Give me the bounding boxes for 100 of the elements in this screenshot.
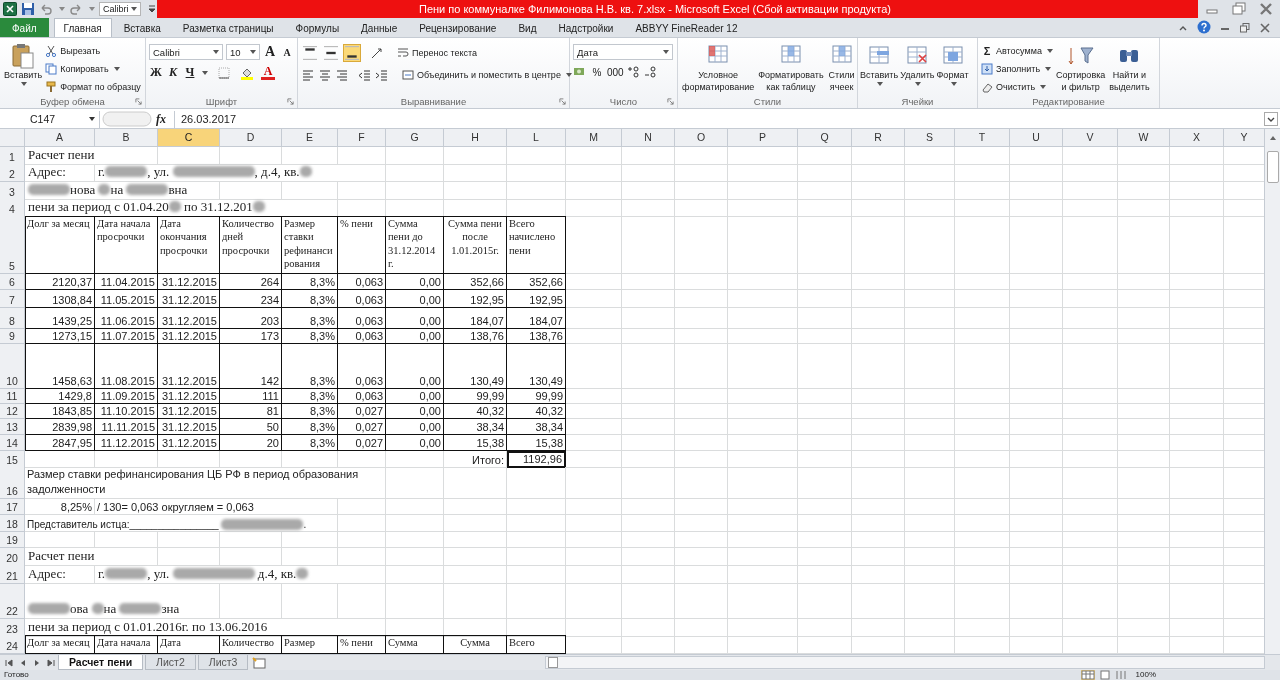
last-sheet-icon[interactable] [46, 657, 56, 668]
align-center-icon[interactable] [318, 67, 332, 82]
table-cell: 11.06.2015 [95, 307, 158, 329]
paste-button[interactable]: Вставить [3, 41, 44, 87]
ribbon-tab[interactable]: Надстройки [548, 18, 624, 38]
dialog-launcher-icon[interactable] [559, 98, 566, 106]
sheet-tab[interactable]: Лист3 [197, 655, 249, 670]
close-icon[interactable] [1258, 2, 1275, 16]
spreadsheet-app-icon[interactable] [3, 2, 17, 16]
merge-center-button[interactable]: Объединить и поместить в центре [402, 67, 572, 83]
table-cell [1118, 531, 1170, 548]
increase-indent-icon[interactable] [375, 67, 389, 82]
styles-button[interactable]: Стили ячеек [826, 41, 857, 95]
redo-icon[interactable] [69, 2, 83, 16]
table-cell [444, 531, 507, 548]
formula-field[interactable]: 26.03.2017 [174, 110, 1262, 128]
ribbon-tab[interactable]: ABBYY FineReader 12 [625, 18, 748, 38]
help-icon[interactable] [1197, 20, 1211, 35]
ribbon-tab[interactable]: Формулы [285, 18, 350, 38]
format-painter-button[interactable]: Формат по образцу [45, 79, 141, 95]
number-format-field[interactable]: Дата [573, 44, 673, 61]
wrap-text-button[interactable]: Перенос текста [397, 45, 478, 61]
dialog-launcher-icon[interactable] [667, 98, 674, 106]
restore-icon[interactable] [1231, 2, 1247, 16]
row-header[interactable]: 8 [0, 307, 25, 329]
ribbon-tab[interactable]: Рецензирование [409, 18, 507, 38]
normal-view-icon[interactable] [1080, 670, 1095, 680]
ribbon-tab[interactable]: Главная [53, 18, 112, 38]
close-icon[interactable] [1259, 22, 1271, 35]
name-box[interactable]: C147 [0, 110, 100, 128]
dialog-launcher-icon[interactable] [287, 98, 294, 106]
table-cell: Размер ставки рефинансирования [282, 215, 338, 274]
text-orientation-icon[interactable] [370, 46, 384, 61]
table-cell [955, 418, 1010, 435]
font-select[interactable]: Calibri [99, 2, 141, 16]
ribbon-tab[interactable]: Вид [508, 18, 547, 38]
borders-icon[interactable] [217, 65, 231, 80]
sheet-tab[interactable]: Лист2 [145, 655, 196, 670]
decrease-decimal-icon[interactable] [643, 65, 658, 80]
shrink-font-button[interactable]: A [280, 46, 294, 58]
row-header[interactable]: 16 [0, 466, 25, 499]
ribbon-tab[interactable]: Разметка страницы [172, 18, 284, 38]
table-cell [1118, 146, 1170, 165]
ribbon-tab[interactable]: Вставка [113, 18, 171, 38]
cells-button[interactable]: Вставить [859, 41, 900, 87]
ribbon-tab[interactable]: Файл [0, 18, 49, 38]
table-cell: 1458,63 [25, 343, 95, 389]
clear-button[interactable]: Очистить [981, 79, 1053, 95]
align-right-icon[interactable] [335, 67, 349, 82]
font-size-field[interactable]: 10 [226, 44, 260, 61]
copy-button[interactable]: Копировать [45, 61, 141, 77]
ribbon-tab[interactable]: Данные [351, 18, 408, 38]
sort-filter-button[interactable]: Сортировка и фильтр [1054, 41, 1107, 95]
cell-text: г. [98, 163, 106, 180]
save-icon[interactable] [21, 2, 35, 16]
font-name-field[interactable]: Calibri [149, 44, 223, 61]
percent-button[interactable]: % [590, 66, 604, 78]
styles-button[interactable]: Условное форматирование [681, 41, 756, 95]
table-cell [1170, 328, 1224, 344]
font-color-button[interactable]: А [261, 65, 275, 81]
table-cell [955, 289, 1010, 308]
align-left-icon[interactable] [301, 67, 315, 82]
undo-icon[interactable] [39, 2, 53, 16]
underline-button[interactable]: Ч [183, 65, 197, 81]
sheet-tab[interactable]: Расчет пени [58, 655, 144, 670]
caret-icon[interactable] [202, 70, 208, 75]
find-select-button[interactable]: Найти и выделить [1108, 41, 1151, 95]
italic-button[interactable]: К [166, 65, 180, 81]
expand-icon[interactable] [1264, 112, 1278, 126]
vertical-align-button[interactable] [301, 44, 319, 63]
autosum-button[interactable]: Σ Автосумма [981, 43, 1053, 59]
cells-button[interactable]: Формат [935, 41, 970, 87]
increase-decimal-icon[interactable] [626, 65, 641, 80]
new-sheet-icon[interactable] [252, 656, 269, 669]
cut-button[interactable]: Вырезать [45, 43, 141, 59]
grow-font-button[interactable]: A [263, 44, 277, 61]
cells-button[interactable]: Удалить [899, 41, 936, 87]
restore-icon[interactable] [1239, 22, 1251, 35]
row-header[interactable]: 10 [0, 343, 25, 389]
page-layout-icon[interactable] [1097, 670, 1112, 680]
insert-function-button[interactable]: fx [156, 111, 166, 127]
thousands-button[interactable]: 000 [607, 66, 624, 78]
table-cell [1170, 498, 1224, 515]
row-header[interactable]: 5 [0, 215, 25, 274]
vertical-align-button[interactable] [322, 44, 340, 63]
table-cell [1010, 450, 1063, 468]
horizontal-scrollbar[interactable] [545, 656, 1265, 669]
caret-icon [130, 7, 137, 11]
table-cell [566, 181, 622, 200]
fill-button[interactable]: Заполнить [981, 61, 1053, 77]
vertical-align-button[interactable] [343, 44, 361, 63]
decrease-indent-icon[interactable] [358, 67, 372, 82]
table-cell: % пени [338, 215, 386, 274]
scroll-thumb[interactable] [1266, 150, 1279, 183]
dialog-launcher-icon[interactable] [135, 98, 142, 106]
vertical-scrollbar[interactable] [1264, 128, 1280, 654]
bold-button[interactable]: Ж [149, 65, 163, 81]
styles-button[interactable]: Форматировать как таблицу [757, 41, 825, 95]
first-sheet-icon[interactable] [4, 657, 14, 668]
row-header[interactable]: 22 [0, 583, 25, 619]
